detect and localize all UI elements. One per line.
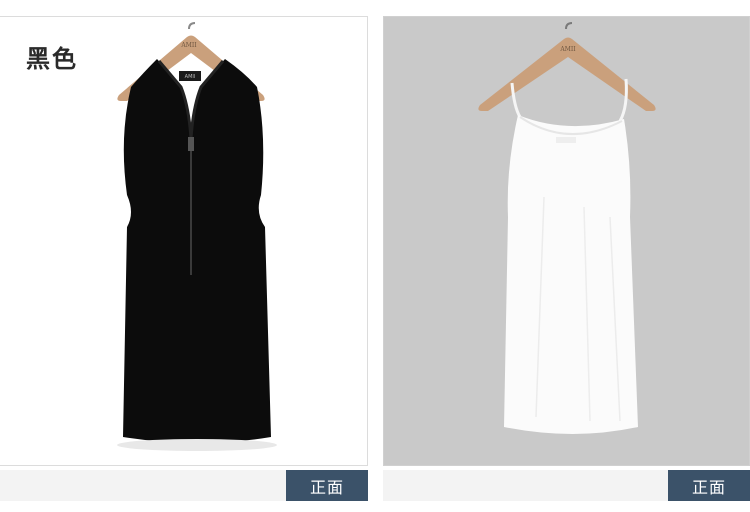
product-image-black: 黑色 AMII AMII <box>0 16 368 466</box>
front-view-button[interactable]: 正面 <box>668 470 750 501</box>
product-image-white: AMII <box>383 16 750 466</box>
black-dress-illustration: AMII AMII <box>117 22 277 451</box>
caption-bar-left: 正面 <box>0 470 368 501</box>
white-slip-illustration: AMII <box>478 22 656 434</box>
caption-bar-right: 正面 <box>383 470 750 501</box>
hanger-brand: AMII <box>559 46 576 53</box>
hanger-brand: AMII <box>180 42 197 49</box>
black-vest-dress <box>123 59 271 443</box>
hanger-icon: AMII <box>478 22 656 111</box>
garment-tag: AMII <box>185 74 196 80</box>
front-view-button[interactable]: 正面 <box>286 470 368 501</box>
